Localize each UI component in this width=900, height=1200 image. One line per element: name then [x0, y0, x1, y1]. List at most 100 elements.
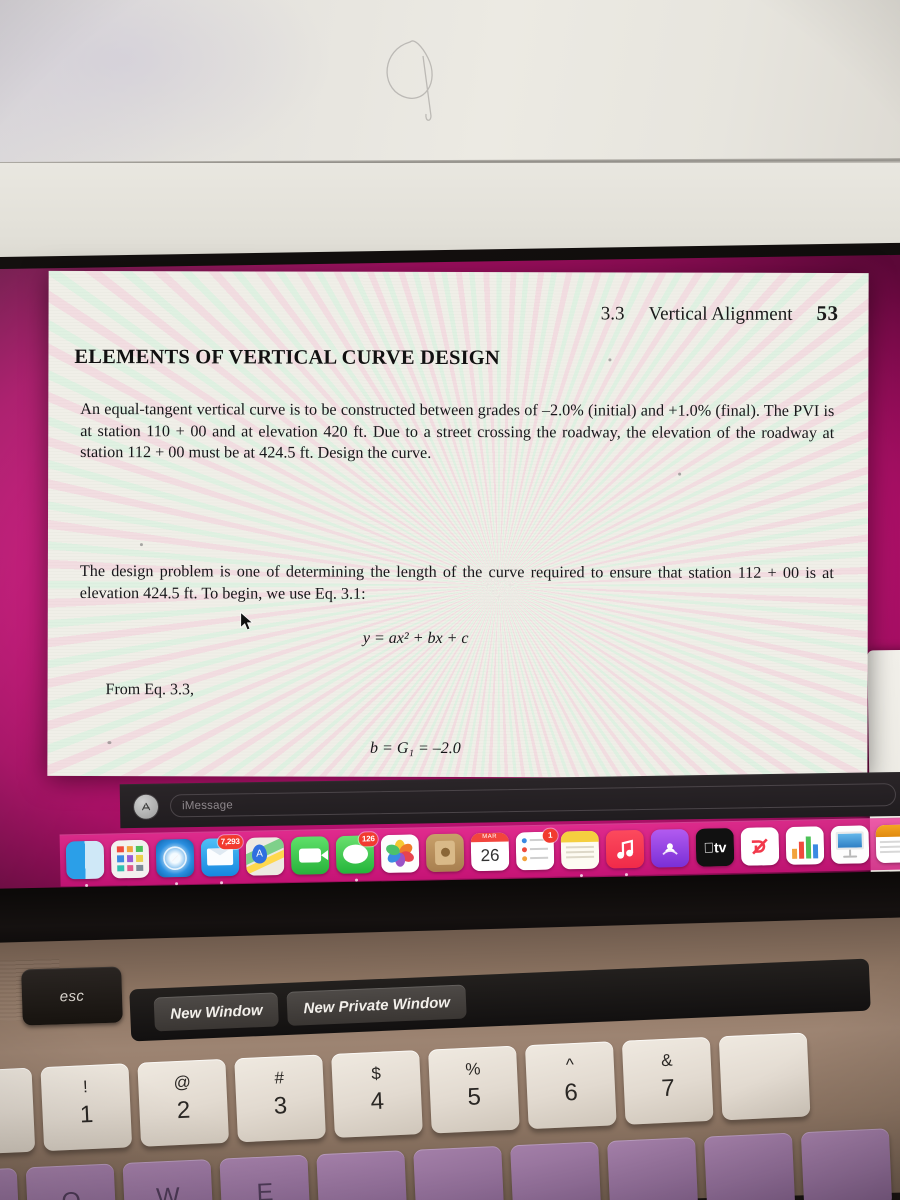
key-2[interactable]: @2 [137, 1058, 230, 1147]
screen-speck [678, 472, 682, 476]
key-lower-glyph: ` [0, 1104, 34, 1136]
key-`[interactable]: ~` [0, 1067, 36, 1156]
key-3[interactable]: #3 [234, 1054, 326, 1143]
appstore-icon[interactable] [133, 794, 159, 819]
pdf-document-window[interactable]: 3.3 Vertical Alignment 53 ELEMENTS OF VE… [47, 270, 869, 779]
key-7[interactable]: & 7 [621, 1036, 714, 1125]
key-blank[interactable] [607, 1137, 699, 1200]
dock-item-facetime[interactable] [290, 835, 332, 877]
touchbar-button-new-private-window[interactable]: New Private Window [286, 984, 467, 1026]
photographed-laptop-scene: 3.3 Vertical Alignment 53 ELEMENTS OF VE… [0, 0, 900, 1200]
key-e[interactable]: E [219, 1154, 311, 1200]
dock-item-mail[interactable]: 7,293 [200, 834, 243, 884]
keynote-icon [830, 824, 870, 864]
dock-item-news[interactable] [740, 826, 782, 868]
dock-item-pages[interactable] [875, 823, 900, 865]
touchbar-button-new-window[interactable]: New Window [153, 992, 280, 1032]
key-lower-glyph: 3 [273, 1092, 288, 1120]
notes-icon [560, 830, 600, 869]
dock-item-apple-tv[interactable]: tv [695, 827, 737, 868]
key-q[interactable]: Q [25, 1163, 118, 1200]
key-glyph [802, 1150, 890, 1154]
key-blank[interactable] [316, 1150, 408, 1200]
wall-scribble-mark [386, 40, 433, 121]
key-w[interactable]: W [122, 1159, 214, 1200]
dock-item-contacts[interactable] [425, 832, 467, 874]
dock-item-finder[interactable] [65, 840, 107, 887]
key-blank[interactable] [510, 1141, 602, 1200]
key-upper-glyph: % [464, 1059, 481, 1079]
key-lower-glyph: 1 [79, 1100, 94, 1129]
key-blank[interactable] [703, 1132, 796, 1200]
imessage-placeholder: iMessage [181, 798, 233, 812]
key-glyph [705, 1155, 793, 1159]
dock-item-notes[interactable] [560, 830, 602, 877]
key-upper-glyph: & [660, 1050, 673, 1071]
facetime-icon [290, 835, 330, 875]
equation-b-grade: b = G₁ = –2.0 [370, 739, 461, 758]
key-1[interactable]: ! 1 [40, 1063, 133, 1152]
dock-item-maps[interactable]: A [245, 836, 287, 877]
dock-item-podcasts[interactable] [650, 828, 692, 869]
dock-item-messages[interactable]: 126 [335, 831, 378, 882]
dock-item-calendar[interactable]: MAR 26 [470, 832, 512, 873]
page-number: 53 [816, 300, 839, 325]
key-blank[interactable] [0, 1167, 21, 1200]
dock-item-reminders[interactable]: 1 [515, 828, 558, 872]
key-glyph [0, 1190, 18, 1194]
esc-key[interactable]: esc [21, 966, 123, 1026]
launchpad-icon [110, 839, 150, 879]
dock-item-safari[interactable] [155, 838, 197, 885]
key-upper-glyph: ~ [0, 1080, 33, 1104]
key-blank[interactable] [718, 1032, 811, 1121]
from-eq-label: From Eq. 3.3, [105, 681, 195, 699]
key-6[interactable]: ^ 6 [524, 1041, 617, 1130]
dock-item-photos[interactable] [380, 833, 422, 875]
page-heading: ELEMENTS OF VERTICAL CURVE DESIGN [74, 345, 500, 370]
key-upper-glyph: # [274, 1068, 285, 1088]
dock-badge: 1 [542, 828, 558, 843]
esc-key-label: esc [59, 987, 85, 1005]
key-lower-glyph: 4 [370, 1087, 385, 1116]
key-blank[interactable] [413, 1145, 505, 1200]
key-lower-glyph: 5 [466, 1083, 482, 1111]
appletv-icon: tv [695, 827, 735, 867]
key-blank[interactable] [800, 1128, 893, 1200]
numbers-icon [785, 825, 825, 865]
podcasts-icon [650, 828, 690, 868]
paragraph-problem-statement: An equal-tangent vertical curve is to be… [80, 400, 835, 462]
dock-badge: 126 [358, 831, 378, 847]
key-4[interactable]: $4 [331, 1050, 423, 1138]
equation-quadratic: y = ax² + bx + c [362, 629, 469, 648]
key-glyph: W [155, 1182, 181, 1200]
maps-icon: A [245, 836, 285, 876]
mouse-cursor [240, 611, 254, 631]
key-glyph [414, 1168, 502, 1172]
imessage-input[interactable]: iMessage [169, 783, 897, 818]
dock-item-launchpad[interactable] [110, 839, 152, 880]
page-running-header: 3.3 Vertical Alignment 53 [601, 300, 839, 326]
key-5[interactable]: % 5 [428, 1045, 520, 1134]
dock-running-indicator [579, 873, 584, 877]
key-upper-glyph [719, 1044, 807, 1048]
screen-speck [608, 358, 612, 362]
dock-badge: 7,293 [217, 834, 243, 849]
screen-speck [139, 543, 143, 547]
key-lower-glyph: 6 [563, 1078, 579, 1107]
dock-item-music[interactable] [605, 829, 647, 876]
key-lower-glyph [720, 1068, 808, 1072]
music-icon [605, 829, 645, 869]
dock-item-numbers[interactable] [785, 825, 827, 867]
screen-speck [107, 741, 112, 745]
key-upper-glyph: ^ [565, 1055, 575, 1075]
contacts-icon [425, 832, 465, 872]
key-glyph [608, 1159, 696, 1163]
news-icon [740, 826, 780, 866]
key-glyph [317, 1172, 405, 1176]
dock-running-indicator [624, 872, 629, 876]
key-glyph: Q [27, 1185, 116, 1200]
dock-item-keynote[interactable] [830, 824, 872, 866]
paragraph-design-approach: The design problem is one of determining… [79, 562, 834, 603]
dock-running-indicator [354, 878, 359, 882]
key-glyph [511, 1163, 599, 1167]
